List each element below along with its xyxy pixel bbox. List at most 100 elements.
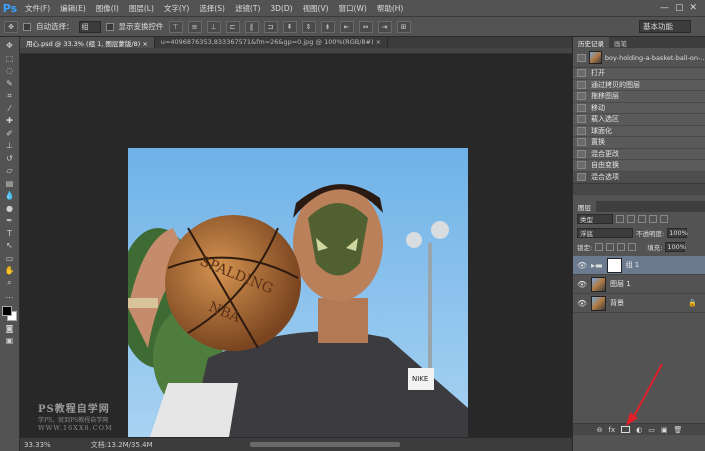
blur-tool-icon[interactable]: 💧 — [3, 190, 17, 202]
marquee-tool-icon[interactable]: ⬚ — [3, 53, 17, 65]
more-tools-icon[interactable]: … — [3, 290, 17, 302]
history-item[interactable]: 通过拷贝的图层 — [573, 79, 705, 91]
menu-image[interactable]: 图像(I) — [91, 3, 124, 14]
auto-select-checkbox[interactable] — [23, 22, 31, 31]
history-item[interactable]: 自由变换 — [573, 160, 705, 172]
history-item[interactable]: 载入选区 — [573, 114, 705, 126]
distribute-top-icon[interactable]: ⇞ — [282, 20, 297, 33]
gradient-tool-icon[interactable]: ▤ — [3, 178, 17, 190]
distribute-middle-icon[interactable]: ⇕ — [301, 20, 316, 33]
adjustment-filter-icon[interactable] — [627, 215, 635, 223]
smart-object-filter-icon[interactable] — [660, 215, 668, 223]
history-item[interactable]: 移动 — [573, 102, 705, 114]
history-snapshot[interactable]: boy-holding-a-basket-ball-on-... — [573, 48, 705, 68]
document-image[interactable]: NIKE SPALDING NBA — [128, 148, 468, 443]
tab-document-1[interactable]: 用心.psd @ 33.3% (组 1, 图层蒙版/8) × — [20, 37, 155, 48]
history-item[interactable]: 置换 — [573, 137, 705, 149]
zoom-tool-icon[interactable]: ⌕ — [3, 278, 17, 290]
layer-filter-dropdown[interactable]: 类型 — [577, 214, 613, 224]
folder-icon[interactable]: ▸▬ — [591, 261, 603, 270]
eye-icon[interactable]: 👁 — [577, 261, 587, 270]
tab-history[interactable]: 历史记录 — [573, 37, 609, 48]
tab-document-2[interactable]: u=4096876353,833367571&fm=26&gp=0.jpg @ … — [155, 37, 389, 48]
healing-tool-icon[interactable]: ✚ — [3, 115, 17, 127]
menu-help[interactable]: 帮助(H) — [372, 3, 409, 14]
lock-image-icon[interactable] — [606, 243, 615, 251]
eye-icon[interactable]: 👁 — [577, 299, 587, 308]
canvas-area[interactable]: NIKE SPALDING NBA — [20, 54, 572, 443]
eye-icon[interactable]: 👁 — [577, 280, 587, 289]
menu-file[interactable]: 文件(F) — [20, 3, 55, 14]
move-tool-icon[interactable]: ✥ — [4, 20, 18, 33]
zoom-level[interactable]: 33.33% — [24, 441, 51, 449]
type-filter-icon[interactable] — [638, 215, 646, 223]
pen-tool-icon[interactable]: ✒ — [3, 215, 17, 227]
close-button[interactable]: ✕ — [689, 3, 697, 13]
distribute-right-icon[interactable]: ⇥ — [377, 20, 392, 33]
distribute-left-icon[interactable]: ⇤ — [339, 20, 354, 33]
menu-select[interactable]: 选择(S) — [194, 3, 230, 14]
layer-row-background[interactable]: 👁 背景 🔒 — [573, 294, 705, 313]
lock-transparent-icon[interactable] — [595, 243, 604, 251]
show-transform-checkbox[interactable] — [105, 22, 114, 31]
crop-tool-icon[interactable]: ⌗ — [3, 90, 17, 102]
dodge-tool-icon[interactable]: ● — [3, 203, 17, 215]
trash-icon[interactable]: 🗑 — [673, 426, 682, 434]
layer-row-layer1[interactable]: 👁 图层 1 — [573, 275, 705, 294]
menu-3d[interactable]: 3D(D) — [265, 4, 297, 13]
history-item[interactable]: 球面化 — [573, 125, 705, 137]
menu-type[interactable]: 文字(Y) — [159, 3, 194, 14]
lasso-tool-icon[interactable]: ◌ — [3, 65, 17, 77]
fill-field[interactable]: 100% — [665, 242, 686, 252]
align-left-icon[interactable]: ⊏ — [225, 20, 240, 33]
quick-select-tool-icon[interactable]: ✎ — [3, 78, 17, 90]
align-middle-icon[interactable]: ≡ — [187, 20, 202, 33]
align-bottom-icon[interactable]: ⊥ — [206, 20, 221, 33]
lock-all-icon[interactable] — [628, 243, 637, 251]
clone-stamp-tool-icon[interactable]: ⊥ — [3, 140, 17, 152]
distribute-bottom-icon[interactable]: ⇟ — [320, 20, 335, 33]
history-item[interactable]: 混合更改 — [573, 148, 705, 160]
distribute-center-icon[interactable]: ⇔ — [358, 20, 373, 33]
link-layers-icon[interactable]: ⊖ — [597, 426, 603, 434]
workspace-dropdown[interactable]: 基本功能 — [639, 20, 691, 33]
quick-mask-icon[interactable]: ◙ — [3, 323, 17, 335]
layer-mask-thumbnail[interactable] — [606, 257, 622, 273]
history-item[interactable]: 混合选项 — [573, 171, 705, 183]
fx-icon[interactable]: fx — [609, 426, 616, 434]
menu-edit[interactable]: 编辑(E) — [55, 3, 91, 14]
shape-tool-icon[interactable]: ▭ — [3, 253, 17, 265]
lock-position-icon[interactable] — [617, 243, 626, 251]
brush-source-icon[interactable] — [577, 53, 586, 62]
align-center-icon[interactable]: ‖ — [244, 20, 259, 33]
screen-mode-icon[interactable]: ▣ — [3, 335, 17, 347]
brush-tool-icon[interactable]: ✐ — [3, 128, 17, 140]
menu-window[interactable]: 窗口(W) — [334, 3, 372, 14]
eyedropper-tool-icon[interactable]: ⁄ — [3, 103, 17, 115]
auto-align-icon[interactable]: ⊞ — [396, 20, 411, 33]
path-select-tool-icon[interactable]: ↖ — [3, 240, 17, 252]
align-top-icon[interactable]: ⊤ — [168, 20, 183, 33]
blend-mode-dropdown[interactable]: 浮底 — [577, 228, 633, 238]
history-item[interactable]: 拖移图层 — [573, 91, 705, 103]
pixel-filter-icon[interactable] — [616, 215, 624, 223]
menu-layer[interactable]: 图层(L) — [124, 3, 159, 14]
horizontal-scrollbar[interactable] — [250, 442, 400, 447]
layer-row-group[interactable]: 👁 ▸▬ 组 1 — [573, 256, 705, 275]
eraser-tool-icon[interactable]: ▱ — [3, 165, 17, 177]
color-swatches[interactable] — [1, 305, 18, 322]
tab-brush[interactable]: 画笔 — [609, 37, 632, 48]
move-tool-icon[interactable]: ✥ — [3, 40, 17, 52]
minimize-button[interactable]: — — [660, 3, 669, 13]
type-tool-icon[interactable]: T — [3, 228, 17, 240]
foreground-color-swatch[interactable] — [1, 305, 12, 316]
opacity-field[interactable]: 100% — [667, 228, 688, 238]
auto-select-dropdown[interactable]: 组 — [78, 20, 101, 33]
maximize-button[interactable]: ▢ — [675, 3, 684, 13]
menu-view[interactable]: 视图(V) — [298, 3, 334, 14]
shape-filter-icon[interactable] — [649, 215, 657, 223]
history-brush-tool-icon[interactable]: ↺ — [3, 153, 17, 165]
menu-filter[interactable]: 滤镜(T) — [230, 3, 265, 14]
history-item[interactable]: 打开 — [573, 68, 705, 80]
hand-tool-icon[interactable]: ✋ — [3, 265, 17, 277]
